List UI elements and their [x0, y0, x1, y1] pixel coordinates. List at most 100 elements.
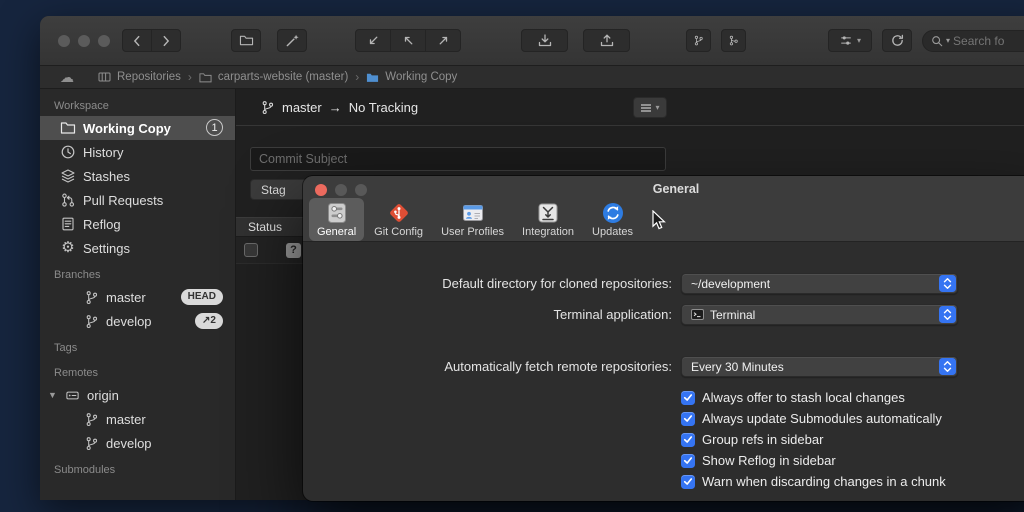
workspace-button[interactable] — [231, 29, 261, 52]
breadcrumb-repo[interactable]: carparts-website (master) — [218, 71, 348, 83]
close-window-button[interactable] — [58, 35, 70, 47]
tab-label: Integration — [522, 226, 574, 238]
zoom-window-button[interactable] — [98, 35, 110, 47]
refresh-button[interactable] — [882, 29, 912, 52]
push-button[interactable] — [583, 29, 630, 52]
forward-button[interactable] — [151, 29, 181, 52]
push-up-tray-icon — [599, 33, 615, 48]
arrow-up-left-icon — [401, 33, 416, 48]
tab-updates[interactable]: Updates — [584, 198, 641, 241]
sidebar-branch-develop[interactable]: develop ↗2 — [40, 309, 235, 333]
disclosure-triangle-icon[interactable]: ▼ — [48, 390, 58, 400]
back-button[interactable] — [122, 29, 152, 52]
search-input[interactable] — [953, 34, 1024, 48]
auto-fetch-popup[interactable]: Every 30 Minutes — [681, 356, 958, 377]
checkbox-checked-icon[interactable] — [681, 454, 695, 468]
checkbox-checked-icon[interactable] — [681, 412, 695, 426]
breadcrumb-repositories[interactable]: Repositories — [117, 71, 181, 83]
untracked-status-icon: ? — [286, 243, 301, 258]
branch-label: master — [106, 290, 146, 305]
refresh-icon — [890, 33, 905, 48]
folder-icon — [239, 34, 254, 47]
folder-icon — [60, 121, 76, 135]
commit-actions-group — [355, 29, 461, 52]
merge-button[interactable] — [721, 29, 746, 52]
checkbox-checked-icon[interactable] — [681, 391, 695, 405]
tab-general[interactable]: General — [309, 198, 364, 241]
chevron-right-icon — [159, 34, 173, 48]
branch-button[interactable] — [686, 29, 711, 52]
terminal-app-popup[interactable]: Terminal — [681, 304, 958, 325]
minimize-window-button[interactable] — [78, 35, 90, 47]
sidebar-item-label: Stashes — [83, 169, 130, 184]
section-label-tags: Tags — [40, 333, 235, 358]
tab-user-profiles[interactable]: User Profiles — [433, 198, 512, 241]
window-toolbar: ▾ ▾ — [40, 16, 1024, 66]
search-icon — [931, 35, 943, 47]
checkbox-label: Always offer to stash local changes — [702, 390, 905, 405]
traffic-lights — [58, 35, 110, 47]
git-branch-icon — [84, 436, 99, 451]
reflog-icon — [60, 216, 76, 232]
commit-button[interactable] — [355, 29, 391, 52]
sidebar-item-stashes[interactable]: Stashes — [40, 164, 235, 188]
view-options-dropdown[interactable]: ▾ — [828, 29, 872, 52]
git-branch-icon — [693, 33, 704, 48]
stash-icon — [60, 168, 76, 184]
folder-icon — [199, 72, 212, 83]
commit-subject-input[interactable] — [250, 147, 666, 171]
git-branch-icon — [260, 100, 275, 115]
cloud-icon[interactable]: ☁ — [60, 69, 74, 86]
section-label-submodules: Submodules — [40, 455, 235, 480]
status-header-label: Status — [248, 220, 282, 234]
sidebar-remote-branch-master[interactable]: master — [40, 407, 235, 431]
checkbox-update-submodules[interactable]: Always update Submodules automatically — [681, 408, 1024, 429]
breadcrumb: ☁ Repositories › carparts-website (maste… — [40, 66, 1024, 89]
dialog-title: General — [303, 182, 1024, 196]
reset-button[interactable] — [425, 29, 461, 52]
pull-button[interactable] — [521, 29, 568, 52]
checkbox-checked-icon[interactable] — [681, 475, 695, 489]
user-profiles-icon — [461, 201, 485, 225]
sidebar-remote-origin[interactable]: ▼ origin — [40, 383, 235, 407]
head-badge: HEAD — [181, 289, 223, 305]
branch-label: develop — [106, 314, 152, 329]
ahead-badge: ↗2 — [195, 313, 223, 329]
breadcrumb-page[interactable]: Working Copy — [385, 71, 457, 83]
sidebar-item-reflog[interactable]: Reflog — [40, 212, 235, 236]
default-directory-popup[interactable]: ~/development — [681, 273, 958, 294]
tab-git-config[interactable]: Git Config — [366, 198, 431, 241]
checkout-button[interactable] — [390, 29, 426, 52]
file-checkbox[interactable] — [244, 243, 258, 257]
checkbox-checked-icon[interactable] — [681, 433, 695, 447]
clock-icon — [60, 144, 76, 160]
chevron-down-icon: ▾ — [946, 36, 950, 45]
options-checkbox-group: Always offer to stash local changes Alwa… — [681, 387, 1024, 492]
dialog-content: Default directory for cloned repositorie… — [303, 242, 1024, 492]
sidebar-item-settings[interactable]: ⚙ Settings — [40, 236, 235, 260]
popup-value: Every 30 Minutes — [691, 360, 784, 374]
sidebar-branch-master[interactable]: master HEAD — [40, 285, 235, 309]
checkbox-show-reflog[interactable]: Show Reflog in sidebar — [681, 450, 1024, 471]
sidebar-item-working-copy[interactable]: Working Copy 1 — [40, 116, 235, 140]
actions-button[interactable] — [277, 29, 307, 52]
sidebar-item-pull-requests[interactable]: Pull Requests — [40, 188, 235, 212]
chevron-down-icon: ▾ — [857, 36, 861, 45]
checkbox-warn-discard-chunk[interactable]: Warn when discarding changes in a chunk — [681, 471, 1024, 492]
tab-integration[interactable]: Integration — [514, 198, 582, 241]
git-branch-icon — [84, 412, 99, 427]
checkbox-group-refs[interactable]: Group refs in sidebar — [681, 429, 1024, 450]
hamburger-icon — [640, 103, 652, 113]
sliders-icon — [839, 34, 853, 47]
checkbox-label: Group refs in sidebar — [702, 432, 823, 447]
checkbox-stash-local-changes[interactable]: Always offer to stash local changes — [681, 387, 1024, 408]
git-branch-icon — [84, 290, 99, 305]
sidebar-item-label: Pull Requests — [83, 193, 163, 208]
repositories-icon — [98, 71, 111, 83]
sidebar-remote-branch-develop[interactable]: develop — [40, 431, 235, 455]
commit-options-dropdown[interactable]: ▾ — [633, 97, 667, 118]
sidebar-item-history[interactable]: History — [40, 140, 235, 164]
tracking-status-label: No Tracking — [349, 100, 418, 115]
chevron-right-icon: › — [188, 70, 192, 84]
search-field[interactable]: ▾ — [922, 30, 1024, 52]
